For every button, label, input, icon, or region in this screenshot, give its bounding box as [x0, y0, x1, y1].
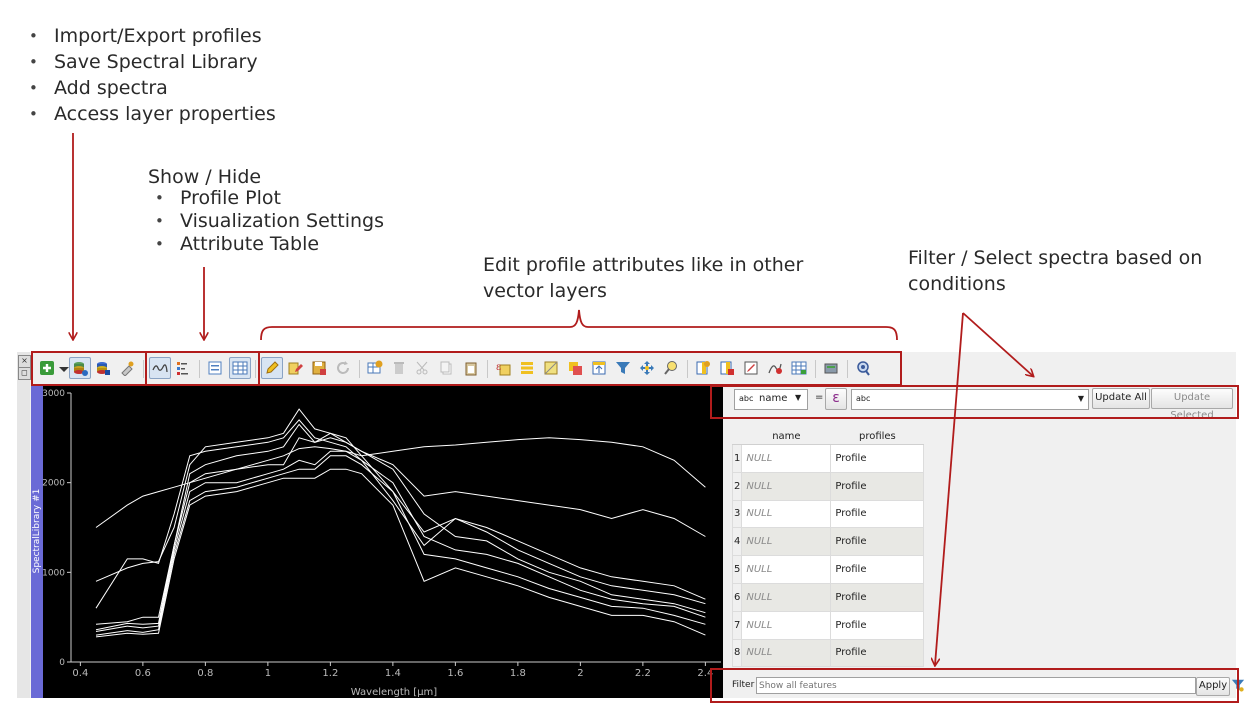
toolbar-group-showhide-highlight: [145, 351, 260, 386]
annotation-item: Profile Plot: [148, 187, 384, 210]
cell-name[interactable]: NULL: [741, 555, 832, 584]
cell-name[interactable]: NULL: [741, 582, 832, 612]
corner-header: [732, 428, 742, 445]
import-export-annotation: Import/Export profiles Save Spectral Lib…: [22, 23, 276, 127]
cell-profiles[interactable]: Profile: [830, 499, 925, 529]
float-icon[interactable]: ◻: [18, 367, 31, 380]
row-number[interactable]: 2: [731, 471, 743, 501]
row-number[interactable]: 7: [731, 610, 743, 640]
cell-profiles[interactable]: Profile: [830, 555, 925, 584]
attribute-table-panel: abc name ▼ = ε abc ▼ Update All Update S…: [726, 386, 1245, 698]
cell-name[interactable]: NULL: [741, 638, 832, 668]
annotation-item: Visualization Settings: [148, 210, 384, 233]
spectrum-line[interactable]: [95, 468, 706, 638]
cell-name[interactable]: NULL: [741, 471, 832, 501]
table-row[interactable]: 1 NULL Profile: [731, 444, 925, 473]
table-row[interactable]: 5 NULL Profile: [731, 555, 925, 584]
table-row[interactable]: 8 NULL Profile: [731, 638, 925, 668]
attribute-table-body: 1 NULL Profile 2 NULL Profile 3 NULL Profile 4 NUL…: [731, 444, 925, 668]
cell-name[interactable]: NULL: [741, 499, 832, 529]
profile-plot[interactable]: SpectralLibrary #1 3000 2000 1000 0 0.4 0.6 0…: [31, 386, 723, 698]
field-calc-highlight: [710, 385, 1239, 419]
annotation-item: Access layer properties: [22, 101, 276, 127]
spectra-lines: [95, 408, 706, 638]
cell-name[interactable]: NULL: [741, 444, 832, 473]
toolbar-group-edit-highlight: [258, 351, 902, 386]
x-tick-label: 1.6: [447, 668, 463, 679]
row-number[interactable]: 1: [731, 444, 743, 473]
profile-plot-canvas: 3000 2000 1000 0 0.4 0.6 0.8 1 1.2 1.4 1.6 1.8 2 2.2…: [42, 389, 721, 698]
filter-annotation: Filter / Select spectra based on conditi…: [908, 247, 1203, 295]
row-number[interactable]: 4: [731, 527, 743, 557]
annotation-item: Import/Export profiles: [22, 23, 276, 49]
annotation-item: Attribute Table: [148, 233, 384, 256]
cell-name[interactable]: NULL: [741, 610, 832, 640]
y-tick-label: 0: [59, 658, 65, 668]
x-tick-label: 0.4: [72, 668, 88, 679]
show-hide-annotation: Show / Hide Profile Plot Visualization S…: [148, 164, 384, 256]
toolbar-group-import-highlight: [31, 351, 147, 386]
x-tick-label: 1.2: [322, 668, 338, 679]
table-row[interactable]: 3 NULL Profile: [731, 499, 925, 529]
row-number[interactable]: 8: [731, 638, 743, 668]
cell-profiles[interactable]: Profile: [830, 638, 925, 668]
cell-profiles[interactable]: Profile: [830, 444, 925, 473]
cell-profiles[interactable]: Profile: [830, 471, 925, 501]
cell-profiles[interactable]: Profile: [830, 527, 925, 557]
annotation-item: Add spectra: [22, 75, 276, 101]
row-number[interactable]: 6: [731, 582, 743, 612]
table-row[interactable]: 7 NULL Profile: [731, 610, 925, 640]
spectrum-line[interactable]: [95, 437, 706, 631]
row-number[interactable]: 5: [731, 555, 743, 584]
x-tick-label: 2.2: [635, 668, 651, 679]
x-tick-label: 1.4: [385, 668, 401, 679]
annotation-item: Save Spectral Library: [22, 49, 276, 75]
table-row[interactable]: 6 NULL Profile: [731, 582, 925, 612]
x-tick-label: 1: [265, 668, 271, 679]
spectrum-line[interactable]: [95, 450, 706, 632]
y-ticks: 3000 2000 1000 0: [42, 389, 71, 668]
row-number[interactable]: 3: [731, 499, 743, 529]
column-header-name[interactable]: name: [741, 428, 831, 445]
x-tick-label: 2: [577, 668, 583, 679]
x-axis-title: Wavelength [µm]: [351, 687, 438, 698]
attribute-table: name profiles 1 NULL Profile 2 NULL Profile 3 N…: [731, 428, 925, 668]
y-tick-label: 3000: [42, 389, 65, 399]
y-tick-label: 2000: [42, 479, 65, 489]
x-tick-label: 0.8: [197, 668, 213, 679]
edit-annotation: Edit profile attributes like in other ve…: [483, 254, 804, 302]
dock-strip: × ◻: [17, 352, 31, 698]
y-tick-label: 1000: [42, 568, 65, 578]
table-row[interactable]: 2 NULL Profile: [731, 471, 925, 501]
cell-profiles[interactable]: Profile: [830, 582, 925, 612]
table-row[interactable]: 4 NULL Profile: [731, 527, 925, 557]
cell-profiles[interactable]: Profile: [830, 610, 925, 640]
x-tick-label: 0.6: [135, 668, 151, 679]
filter-bar-highlight: [710, 668, 1239, 703]
column-header-profiles[interactable]: profiles: [830, 428, 924, 445]
x-ticks: 0.4 0.6 0.8 1 1.2 1.4 1.6 1.8 2 2.2 2.4: [72, 662, 713, 679]
x-tick-label: 1.8: [510, 668, 526, 679]
cell-name[interactable]: NULL: [741, 527, 832, 557]
